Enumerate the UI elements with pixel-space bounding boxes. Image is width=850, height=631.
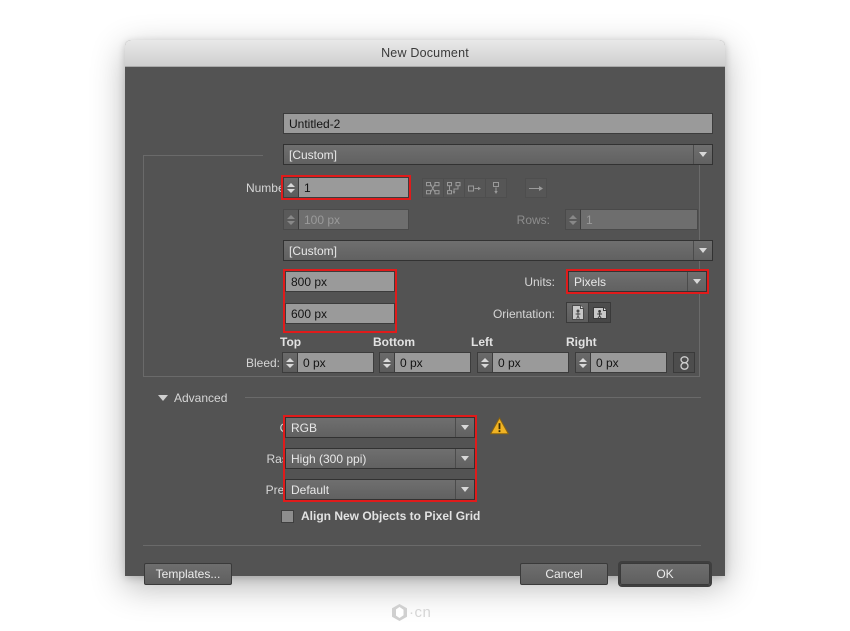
- units-value: Pixels: [574, 275, 606, 289]
- stepper-arrows[interactable]: [477, 352, 492, 373]
- stepper-up-icon[interactable]: [579, 358, 587, 362]
- rows-input: 1: [580, 209, 698, 230]
- units-select[interactable]: Pixels: [568, 271, 707, 292]
- preview-mode-value: Default: [291, 483, 329, 497]
- stepper-up-icon[interactable]: [287, 183, 295, 187]
- stepper-up-icon: [569, 215, 577, 219]
- link-chain-icon[interactable]: [673, 352, 695, 373]
- bleed-right-input[interactable]: 0 px: [590, 352, 667, 373]
- rows-stepper: 1: [565, 209, 698, 230]
- bleed-right-stepper[interactable]: 0 px: [575, 352, 667, 373]
- bleed-top-stepper[interactable]: 0 px: [282, 352, 374, 373]
- arrange-by-row-icon[interactable]: [464, 178, 486, 198]
- chevron-down-icon: [455, 480, 474, 499]
- warning-triangle-icon: [490, 417, 509, 440]
- height-input[interactable]: 600 px: [285, 303, 395, 324]
- grid-by-column-icon[interactable]: [443, 178, 465, 198]
- stepper-down-icon[interactable]: [287, 189, 295, 193]
- stepper-down-icon[interactable]: [286, 364, 294, 368]
- preview-mode-select[interactable]: Default: [285, 479, 475, 500]
- stepper-up-icon[interactable]: [286, 358, 294, 362]
- spacing-input: 100 px: [298, 209, 409, 230]
- orientation-buttons[interactable]: [566, 302, 611, 323]
- spacing-stepper-arrows: [283, 209, 298, 230]
- units-label: Units:: [470, 275, 555, 289]
- arrange-by-column-icon[interactable]: [485, 178, 507, 198]
- bleed-bottom-stepper[interactable]: 0 px: [379, 352, 471, 373]
- chevron-down-icon: [455, 418, 474, 437]
- bleed-top-input[interactable]: 0 px: [297, 352, 374, 373]
- new-document-dialog: New Document Name: Untitled-2 Profile: […: [125, 40, 725, 576]
- rows-label: Rows:: [480, 213, 550, 227]
- stepper-down-icon: [287, 221, 295, 225]
- dialog-titlebar[interactable]: New Document: [125, 40, 725, 67]
- bleed-right-header: Right: [566, 335, 597, 349]
- bleed-top-header: Top: [280, 335, 301, 349]
- watermark: ·cn: [392, 604, 431, 621]
- watermark-logo-icon: [392, 604, 407, 621]
- advanced-section-toggle[interactable]: Advanced: [158, 391, 227, 405]
- dialog-title: New Document: [381, 46, 469, 60]
- stepper-arrows[interactable]: [283, 177, 298, 198]
- stepper-up-icon[interactable]: [383, 358, 391, 362]
- stepper-arrows[interactable]: [379, 352, 394, 373]
- profile-select[interactable]: [Custom]: [283, 144, 713, 165]
- spacing-stepper: 100 px: [283, 209, 409, 230]
- screenshot-root: New Document Name: Untitled-2 Profile: […: [0, 0, 850, 631]
- change-to-right-to-left-layout-icon[interactable]: [525, 178, 547, 198]
- orientation-label: Orientation:: [455, 307, 555, 321]
- color-mode-value: RGB: [291, 421, 317, 435]
- chevron-down-icon: [687, 272, 706, 291]
- watermark-text: ·cn: [409, 604, 431, 621]
- align-to-pixel-grid-checkbox[interactable]: [281, 510, 294, 523]
- triangle-down-icon[interactable]: [158, 395, 168, 401]
- dialog-body: Name: Untitled-2 Profile: [Custom] Numbe…: [125, 67, 725, 576]
- color-mode-select[interactable]: RGB: [285, 417, 475, 438]
- size-select[interactable]: [Custom]: [283, 240, 713, 261]
- name-input[interactable]: Untitled-2: [283, 113, 713, 134]
- stepper-down-icon[interactable]: [579, 364, 587, 368]
- width-input[interactable]: 800 px: [285, 271, 395, 292]
- chevron-down-icon: [693, 145, 712, 164]
- cancel-button[interactable]: Cancel: [520, 563, 608, 585]
- bleed-left-input[interactable]: 0 px: [492, 352, 569, 373]
- ok-button[interactable]: OK: [620, 563, 710, 585]
- stepper-arrows[interactable]: [282, 352, 297, 373]
- templates-button[interactable]: Templates...: [144, 563, 232, 585]
- stepper-up-icon: [287, 215, 295, 219]
- stepper-down-icon[interactable]: [481, 364, 489, 368]
- chevron-down-icon: [693, 241, 712, 260]
- advanced-divider: [245, 397, 701, 398]
- stepper-arrows[interactable]: [575, 352, 590, 373]
- grid-by-row-icon[interactable]: [422, 178, 444, 198]
- landscape-icon[interactable]: [588, 302, 611, 323]
- stepper-down-icon: [569, 221, 577, 225]
- raster-effects-select[interactable]: High (300 ppi): [285, 448, 475, 469]
- raster-effects-value: High (300 ppi): [291, 452, 366, 466]
- bleed-bottom-header: Bottom: [373, 335, 415, 349]
- rows-stepper-arrows: [565, 209, 580, 230]
- chevron-down-icon: [455, 449, 474, 468]
- number-of-artboards-stepper[interactable]: 1: [283, 177, 409, 198]
- portrait-icon[interactable]: [566, 302, 589, 323]
- artboard-layout-buttons[interactable]: [422, 178, 507, 198]
- stepper-up-icon[interactable]: [481, 358, 489, 362]
- footer-divider: [143, 545, 701, 546]
- align-to-pixel-grid-label: Align New Objects to Pixel Grid: [301, 509, 480, 523]
- advanced-section-label: Advanced: [174, 391, 227, 405]
- bleed-bottom-input[interactable]: 0 px: [394, 352, 471, 373]
- bleed-left-header: Left: [471, 335, 493, 349]
- align-to-pixel-grid-row[interactable]: Align New Objects to Pixel Grid: [281, 509, 480, 523]
- stepper-down-icon[interactable]: [383, 364, 391, 368]
- bleed-label: Bleed:: [185, 356, 280, 370]
- size-value: [Custom]: [289, 244, 337, 258]
- bleed-left-stepper[interactable]: 0 px: [477, 352, 569, 373]
- number-of-artboards-input[interactable]: 1: [298, 177, 409, 198]
- profile-value: [Custom]: [289, 148, 337, 162]
